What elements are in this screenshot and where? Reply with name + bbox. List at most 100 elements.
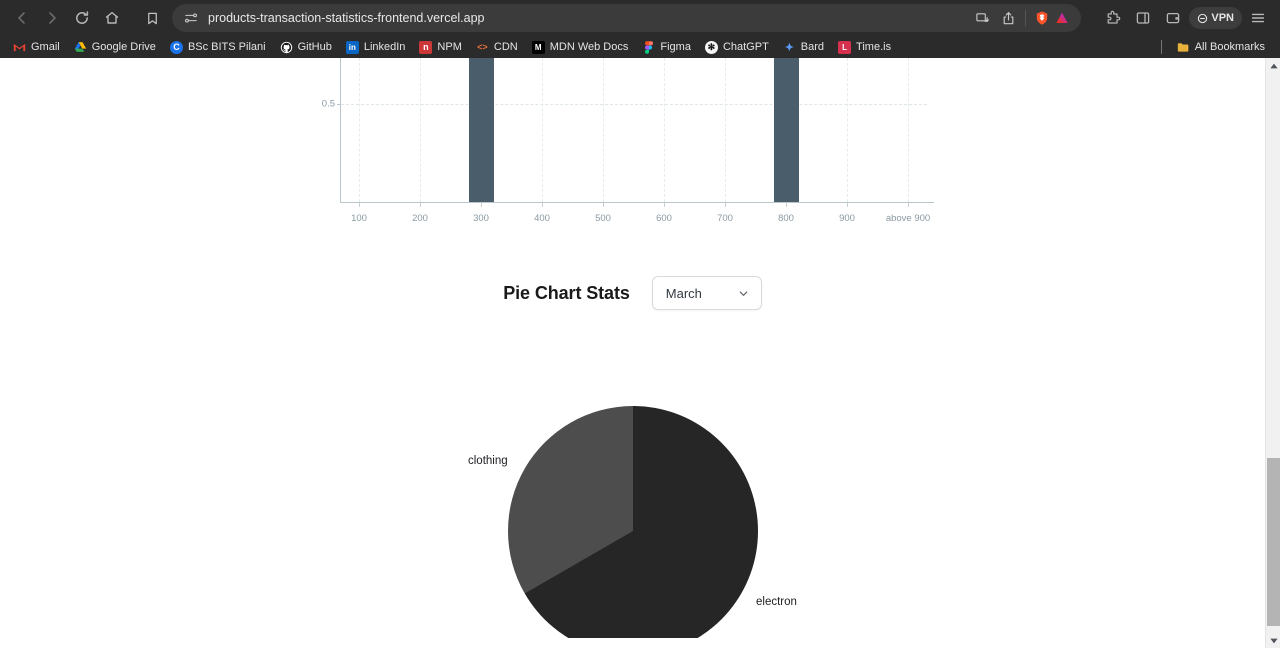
bar-chart-gridline-x (542, 58, 543, 202)
scrollbar-thumb[interactable] (1267, 458, 1280, 626)
bookmark-label: NPM (437, 41, 462, 53)
bookmark-cdn[interactable]: <> CDN (469, 39, 525, 56)
share-icon[interactable] (996, 6, 1020, 30)
gmail-icon (13, 41, 26, 54)
bookmark-label: LinkedIn (363, 41, 406, 53)
forward-button[interactable] (38, 4, 66, 32)
timeis-icon: L (838, 40, 852, 54)
bar-chart-xtick-label: 700 (717, 213, 733, 224)
month-select[interactable]: March (651, 276, 762, 310)
bar-chart-xtick-mark (908, 203, 909, 207)
browser-chrome: products-transaction-statistics-frontend… (0, 0, 1280, 58)
bar-chart-bar[interactable] (774, 58, 799, 202)
bookmark-gmail[interactable]: Gmail (6, 39, 67, 56)
bookmark-label: CDN (493, 41, 518, 53)
bard-icon: ✦ (784, 41, 794, 54)
bookmark-label: MDN Web Docs (549, 41, 629, 53)
bookmark-label: Figma (660, 41, 691, 53)
bookmark-time-is[interactable]: L Time.is (831, 39, 898, 56)
bar-chart: 0.5 100 200 300 400 500 600 700 800 900 … (322, 58, 934, 233)
home-button[interactable] (98, 4, 126, 32)
vpn-button[interactable]: VPN (1189, 7, 1242, 29)
scroll-down-arrow-icon[interactable] (1266, 633, 1280, 648)
vpn-shield-icon (1197, 13, 1208, 24)
omnibox-divider (1025, 10, 1027, 26)
bar-chart-xtick-label: above 900 (885, 213, 931, 224)
wallet-icon[interactable] (1159, 4, 1187, 32)
bar-chart-xtick-mark (664, 203, 665, 207)
bookmark-bsc-bits-pilani[interactable]: C BSc BITS Pilani (163, 39, 273, 56)
bookmark-bard[interactable]: ✦ Bard (776, 39, 831, 56)
pie-chart-title: Pie Chart Stats (503, 282, 630, 303)
brave-rewards-icon[interactable] (1053, 9, 1071, 27)
all-bookmarks-label: All Bookmarks (1194, 41, 1265, 53)
bar-chart-gridline-x (664, 58, 665, 202)
bar-chart-gridline-x (359, 58, 360, 202)
bookmark-github[interactable]: GitHub (273, 39, 339, 56)
scroll-up-arrow-icon[interactable] (1266, 58, 1280, 73)
bar-chart-gridline-x (725, 58, 726, 202)
bar-chart-ytick-mark (337, 104, 341, 105)
bookmark-label: GitHub (297, 41, 332, 53)
bar-chart-xtick-label: 400 (534, 213, 550, 224)
bar-chart-bar[interactable] (469, 58, 494, 202)
bar-chart-xtick-label: 100 (351, 213, 367, 224)
bar-chart-gridline-y (341, 104, 927, 105)
figma-icon (642, 40, 655, 54)
browser-toolbar: products-transaction-statistics-frontend… (0, 0, 1280, 36)
vpn-label: VPN (1211, 12, 1234, 24)
pie-chart: clothing electron (0, 338, 1265, 638)
back-button[interactable] (8, 4, 36, 32)
bar-chart-xtick-label: 800 (778, 213, 794, 224)
bar-chart-xtick-mark (725, 203, 726, 207)
bookmark-npm[interactable]: n NPM (412, 39, 468, 56)
bookmarks-divider (1160, 40, 1162, 54)
toolbar-right-actions: VPN (1099, 4, 1272, 32)
chevron-down-icon (737, 287, 750, 300)
split-view-icon[interactable] (970, 6, 994, 30)
sidebar-icon[interactable] (1129, 4, 1157, 32)
bar-chart-xtick-label: 200 (412, 213, 428, 224)
reload-button[interactable] (68, 4, 96, 32)
bookmark-figma[interactable]: Figma (635, 39, 698, 56)
bookmark-chatgpt[interactable]: ✻ ChatGPT (698, 39, 776, 56)
page-scrollbar[interactable] (1265, 58, 1280, 648)
all-bookmarks-button[interactable]: All Bookmarks (1170, 39, 1272, 56)
bookmark-icon[interactable] (138, 4, 166, 32)
bar-chart-xtick-mark (359, 203, 360, 207)
bookmark-label: ChatGPT (722, 41, 769, 53)
extensions-icon[interactable] (1099, 4, 1127, 32)
tune-icon[interactable] (182, 9, 200, 27)
bar-chart-xtick-label: 600 (656, 213, 672, 224)
pie-label-electron: electron (756, 596, 797, 608)
bookmark-linkedin[interactable]: in LinkedIn (339, 39, 413, 56)
bar-chart-gridline-x (908, 58, 909, 202)
bookmark-mdn-web-docs[interactable]: M MDN Web Docs (525, 39, 636, 56)
omnibox[interactable]: products-transaction-statistics-frontend… (172, 4, 1082, 32)
month-select-value: March (665, 285, 702, 301)
bookmark-label: Time.is (856, 41, 892, 53)
brave-shields-icon[interactable] (1033, 9, 1051, 27)
bookmark-label: Gmail (31, 41, 60, 53)
bar-chart-xtick-mark (847, 203, 848, 207)
pie-chart-svg (508, 406, 758, 638)
mdn-icon: M (531, 40, 545, 54)
linkedin-icon: in (345, 40, 359, 54)
page-content: 0.5 100 200 300 400 500 600 700 800 900 … (0, 58, 1265, 648)
hamburger-menu-icon[interactable] (1244, 4, 1272, 32)
bookmark-google-drive[interactable]: Google Drive (67, 39, 163, 56)
address-bar-container: products-transaction-statistics-frontend… (134, 4, 1082, 32)
bar-chart-xtick-mark (603, 203, 604, 207)
bar-chart-xtick-mark (420, 203, 421, 207)
github-icon (280, 41, 293, 54)
bar-chart-gridline-x (603, 58, 604, 202)
page-viewport: 0.5 100 200 300 400 500 600 700 800 900 … (0, 58, 1280, 648)
pie-label-clothing: clothing (468, 455, 508, 467)
bar-chart-plot-area: 0.5 100 200 300 400 500 600 700 800 900 … (322, 58, 930, 224)
bookmark-label: Google Drive (91, 41, 156, 53)
code-brackets-icon: <> (477, 42, 488, 52)
bookmark-label: Bard (800, 41, 825, 53)
bar-chart-gridline-x (420, 58, 421, 202)
google-drive-icon (74, 41, 87, 54)
chatgpt-icon: ✻ (704, 40, 718, 54)
